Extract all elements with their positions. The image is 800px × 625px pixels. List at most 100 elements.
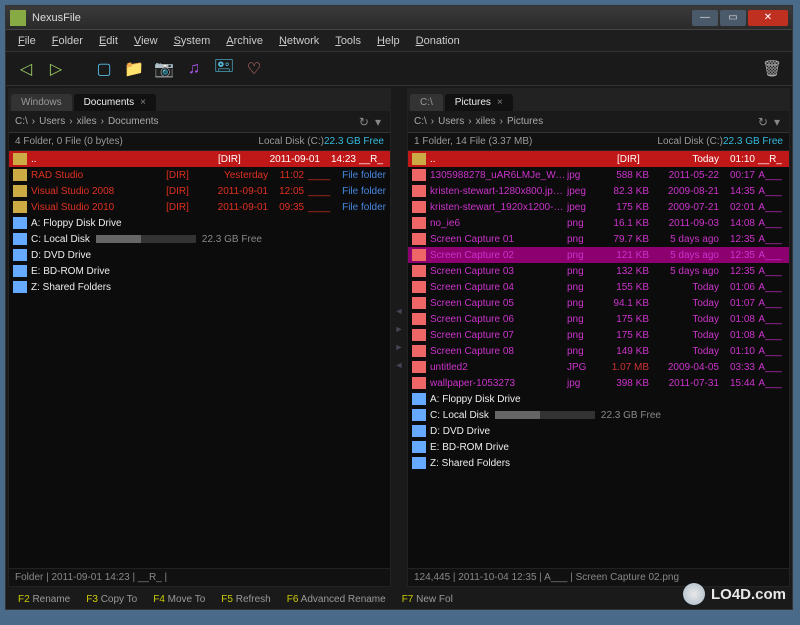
file-row[interactable]: Screen Capture 03png132 KB5 days ago12:3… bbox=[408, 263, 789, 279]
file-row[interactable]: Screen Capture 07png175 KBToday01:08A___ bbox=[408, 327, 789, 343]
refresh-icon[interactable]: ↻ bbox=[755, 115, 771, 129]
breadcrumb-part[interactable]: Documents bbox=[108, 116, 159, 127]
file-list[interactable]: ..[DIR]2011-09-0114:23__R_RAD Studio[DIR… bbox=[9, 151, 390, 568]
breadcrumb-part[interactable]: C:\ bbox=[15, 116, 28, 127]
folder-row[interactable]: RAD Studio[DIR]Yesterday11:02____File fo… bbox=[9, 167, 390, 183]
image-file-icon bbox=[412, 265, 426, 277]
drive-icon bbox=[412, 393, 426, 405]
drive-row[interactable]: E: BD-ROM Drive bbox=[408, 439, 789, 455]
menu-network[interactable]: Network bbox=[271, 32, 327, 50]
forward-button[interactable]: ▷ bbox=[44, 57, 68, 81]
file-row[interactable]: Screen Capture 05png94.1 KBToday01:07A__… bbox=[408, 295, 789, 311]
file-row[interactable]: Screen Capture 01png79.7 KB5 days ago12:… bbox=[408, 231, 789, 247]
breadcrumb-part[interactable]: Pictures bbox=[507, 116, 543, 127]
folder-row[interactable]: Visual Studio 2010[DIR]2011-09-0109:35__… bbox=[9, 199, 390, 215]
left-pane: WindowsDocuments×C:\›Users›xiles›Documen… bbox=[8, 88, 391, 587]
breadcrumb: C:\›Users›xiles›Documents↻▾ bbox=[9, 111, 390, 133]
minimize-button[interactable]: — bbox=[692, 10, 718, 26]
tab-strip: C:\Pictures× bbox=[408, 89, 789, 111]
pane-divider[interactable]: ◄ ► ► ◄ bbox=[393, 86, 405, 589]
back-button[interactable]: ◁ bbox=[14, 57, 38, 81]
drive-usage-row[interactable]: C: Local Disk22.3 GB Free bbox=[408, 407, 789, 423]
file-row[interactable]: wallpaper-1053273jpg398 KB2011-07-3115:4… bbox=[408, 375, 789, 391]
dropdown-icon[interactable]: ▾ bbox=[771, 115, 783, 129]
divider-arrow-icon[interactable]: ► bbox=[395, 342, 404, 352]
parent-dir-row[interactable]: ..[DIR]2011-09-0114:23__R_ bbox=[9, 151, 390, 167]
pane-statusbar: Folder | 2011-09-01 14:23 | __R_ | bbox=[9, 568, 390, 586]
file-row[interactable]: Screen Capture 06png175 KBToday01:08A___ bbox=[408, 311, 789, 327]
globe-icon bbox=[683, 583, 705, 605]
divider-arrow-icon[interactable]: ◄ bbox=[395, 360, 404, 370]
dropdown-icon[interactable]: ▾ bbox=[372, 115, 384, 129]
titlebar[interactable]: NexusFile — ▭ ✕ bbox=[6, 6, 792, 30]
menu-file[interactable]: File bbox=[10, 32, 44, 50]
folder-icon bbox=[13, 153, 27, 165]
menu-edit[interactable]: Edit bbox=[91, 32, 126, 50]
breadcrumb-part[interactable]: C:\ bbox=[414, 116, 427, 127]
tab[interactable]: C:\ bbox=[410, 94, 443, 111]
file-row[interactable]: no_ie6png16.1 KB2011-09-0314:08A___ bbox=[408, 215, 789, 231]
menu-view[interactable]: View bbox=[126, 32, 166, 50]
drive-row[interactable]: D: DVD Drive bbox=[408, 423, 789, 439]
app-window: NexusFile — ▭ ✕ FileFolderEditViewSystem… bbox=[5, 5, 793, 610]
file-row[interactable]: kristen-stewart-1280x800.jpg_sade…jpeg82… bbox=[408, 183, 789, 199]
drive-row[interactable]: A: Floppy Disk Drive bbox=[9, 215, 390, 231]
heart-icon[interactable]: ♡ bbox=[242, 57, 266, 81]
file-row[interactable]: untitled2JPG1.07 MB2009-04-0503:33A___ bbox=[408, 359, 789, 375]
maximize-button[interactable]: ▭ bbox=[720, 10, 746, 26]
tab[interactable]: Windows bbox=[11, 94, 72, 111]
usage-meter bbox=[96, 235, 196, 243]
drive-row[interactable]: Z: Shared Folders bbox=[9, 279, 390, 295]
drive-row[interactable]: A: Floppy Disk Drive bbox=[408, 391, 789, 407]
file-row[interactable]: 1305988278_uAR6LMJe_Wallcate.c…jpg588 KB… bbox=[408, 167, 789, 183]
trash-icon[interactable]: 🗑 bbox=[760, 57, 784, 81]
breadcrumb-part[interactable]: xiles bbox=[476, 116, 496, 127]
parent-dir-row[interactable]: ..[DIR]Today01:10__R_ bbox=[408, 151, 789, 167]
drive-row[interactable]: D: DVD Drive bbox=[9, 247, 390, 263]
fkey-f7[interactable]: F7 New Fol bbox=[394, 594, 461, 605]
tool-1[interactable]: ▢ bbox=[92, 57, 116, 81]
tab[interactable]: Pictures× bbox=[445, 94, 513, 111]
divider-arrow-icon[interactable]: ◄ bbox=[395, 306, 404, 316]
breadcrumb-part[interactable]: Users bbox=[39, 116, 65, 127]
file-row[interactable]: Screen Capture 08png149 KBToday01:10A___ bbox=[408, 343, 789, 359]
fkey-f5[interactable]: F5 Refresh bbox=[213, 594, 278, 605]
drive-row[interactable]: Z: Shared Folders bbox=[408, 455, 789, 471]
tab-strip: WindowsDocuments× bbox=[9, 89, 390, 111]
file-list[interactable]: ..[DIR]Today01:10__R_1305988278_uAR6LMJe… bbox=[408, 151, 789, 568]
fkey-f2[interactable]: F2 Rename bbox=[10, 594, 78, 605]
menu-archive[interactable]: Archive bbox=[218, 32, 271, 50]
fkey-f4[interactable]: F4 Move To bbox=[145, 594, 213, 605]
menu-system[interactable]: System bbox=[166, 32, 219, 50]
chevron-right-icon: › bbox=[500, 116, 503, 127]
status-text: Folder | 2011-09-01 14:23 | __R_ | bbox=[15, 572, 167, 583]
menu-help[interactable]: Help bbox=[369, 32, 408, 50]
drive-row[interactable]: E: BD-ROM Drive bbox=[9, 263, 390, 279]
menu-tools[interactable]: Tools bbox=[327, 32, 369, 50]
file-row[interactable]: Screen Capture 04png155 KBToday01:06A___ bbox=[408, 279, 789, 295]
file-row[interactable]: kristen-stewart_1920x1200-33715.j…jpeg17… bbox=[408, 199, 789, 215]
drive-icon bbox=[13, 249, 27, 261]
menu-folder[interactable]: Folder bbox=[44, 32, 91, 50]
fkey-f6[interactable]: F6 Advanced Rename bbox=[279, 594, 394, 605]
refresh-icon[interactable]: ↻ bbox=[356, 115, 372, 129]
folder-row[interactable]: Visual Studio 2008[DIR]2011-09-0112:05__… bbox=[9, 183, 390, 199]
fkey-f3[interactable]: F3 Copy To bbox=[78, 594, 145, 605]
image-file-icon bbox=[412, 169, 426, 181]
divider-arrow-icon[interactable]: ► bbox=[395, 324, 404, 334]
menu-donation[interactable]: Donation bbox=[408, 32, 468, 50]
camera-icon[interactable]: 📷 bbox=[152, 57, 176, 81]
file-row[interactable]: Screen Capture 02png121 KB5 days ago12:3… bbox=[408, 247, 789, 263]
video-icon[interactable]: 🖭 bbox=[212, 57, 236, 81]
music-icon[interactable]: ♫ bbox=[182, 57, 206, 81]
drive-usage-row[interactable]: C: Local Disk22.3 GB Free bbox=[9, 231, 390, 247]
free-space: 22.3 GB Free bbox=[324, 136, 384, 147]
image-file-icon bbox=[412, 185, 426, 197]
tab[interactable]: Documents× bbox=[74, 94, 156, 111]
close-tab-icon[interactable]: × bbox=[140, 97, 146, 108]
close-tab-icon[interactable]: × bbox=[497, 97, 503, 108]
folder-icon[interactable]: 📁 bbox=[122, 57, 146, 81]
close-button[interactable]: ✕ bbox=[748, 10, 788, 26]
breadcrumb-part[interactable]: xiles bbox=[77, 116, 97, 127]
breadcrumb-part[interactable]: Users bbox=[438, 116, 464, 127]
